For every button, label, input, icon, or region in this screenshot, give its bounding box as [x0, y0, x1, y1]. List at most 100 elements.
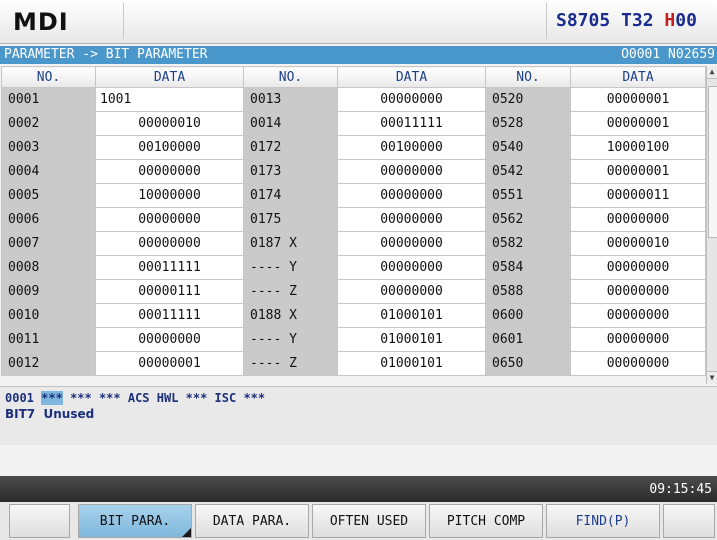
param-number-cell: ---- Z	[243, 279, 338, 304]
softkey-bit-para[interactable]: BIT PARA.	[78, 504, 192, 538]
param-number-cell: ---- Y	[243, 327, 338, 352]
param-number-cell: 0006	[1, 207, 96, 232]
param-value-cell[interactable]: 1001	[95, 87, 244, 112]
table-scrollbar[interactable]: ▲ ▼	[706, 66, 717, 384]
column-header: DATA	[570, 66, 706, 88]
param-value-cell[interactable]: 00000111	[95, 279, 244, 304]
param-number-cell: 0562	[485, 207, 571, 232]
param-number-cell: 0600	[485, 303, 571, 328]
table-row: 0009 00000111 ---- Z 00000000 0588 00000000	[1, 279, 706, 304]
param-value-cell[interactable]: 00000010	[95, 111, 244, 136]
param-number-cell: 0173	[243, 159, 338, 184]
param-value-cell[interactable]: 00000000	[570, 303, 706, 328]
softkey-data-para[interactable]: DATA PARA.	[195, 504, 309, 538]
param-value-cell[interactable]: 00011111	[95, 303, 244, 328]
param-value-cell[interactable]: 01000101	[337, 327, 486, 352]
param-number-cell: 0172	[243, 135, 338, 160]
param-value-cell[interactable]: 00000000	[95, 231, 244, 256]
param-number-cell: 0175	[243, 207, 338, 232]
clock: 09:15:45	[649, 482, 712, 497]
param-number-cell: 0588	[485, 279, 571, 304]
param-value-cell[interactable]: 00000011	[570, 183, 706, 208]
bit-description: Unused	[43, 407, 95, 421]
param-value-cell[interactable]: 00000000	[570, 207, 706, 232]
submenu-corner-icon	[182, 528, 191, 537]
param-number-cell: 0528	[485, 111, 571, 136]
breadcrumb: PARAMETER -> BIT PARAMETER	[4, 47, 208, 62]
param-value-cell[interactable]: 00000000	[570, 255, 706, 280]
param-value-cell[interactable]: 00000000	[337, 231, 486, 256]
param-value-cell[interactable]: 10000100	[570, 135, 706, 160]
param-number-cell: 0187 X	[243, 231, 338, 256]
screen-title-bar: PARAMETER -> BIT PARAMETER O0001 N02659	[0, 46, 717, 64]
scrollbar-thumb[interactable]	[708, 86, 717, 238]
param-value-cell[interactable]: 00000001	[570, 111, 706, 136]
bit-names: *** *** ACS HWL *** ISC ***	[70, 391, 266, 405]
param-number-cell: 0003	[1, 135, 96, 160]
table-header-row: NO. DATA NO. DATA NO. DATA	[1, 66, 706, 88]
status-bar: 09:15:45	[0, 476, 717, 502]
param-number-cell: 0520	[485, 87, 571, 112]
param-value-cell[interactable]: 00000000	[95, 159, 244, 184]
param-value-cell[interactable]: 00000001	[570, 87, 706, 112]
param-number-cell: 0542	[485, 159, 571, 184]
param-number-cell: 0005	[1, 183, 96, 208]
param-value-cell[interactable]: 00011111	[337, 111, 486, 136]
scroll-down-icon[interactable]: ▼	[707, 371, 717, 384]
param-value-cell[interactable]: 00000000	[337, 159, 486, 184]
info-param-number: 0001	[5, 391, 34, 405]
softkey-often-used[interactable]: OFTEN USED	[312, 504, 426, 538]
table-row: 0006 00000000 0175 00000000 0562 00000000	[1, 207, 706, 232]
param-number-cell: 0584	[485, 255, 571, 280]
program-number: O0001 N02659	[621, 47, 715, 62]
param-value-cell[interactable]: 00000000	[570, 351, 706, 376]
column-header: NO.	[1, 66, 96, 88]
param-value-cell[interactable]: 00000010	[570, 231, 706, 256]
header-divider	[123, 3, 124, 39]
table-row: 0011 00000000 ---- Y 01000101 0601 00000000	[1, 327, 706, 352]
param-number-cell: 0004	[1, 159, 96, 184]
param-value-cell[interactable]: 00000000	[570, 327, 706, 352]
param-number-cell: 0650	[485, 351, 571, 376]
column-header: NO.	[485, 66, 571, 88]
param-value-cell[interactable]: 01000101	[337, 303, 486, 328]
param-value-cell[interactable]: 00000000	[95, 207, 244, 232]
bit-map-line: 0001 *** *** *** ACS HWL *** ISC ***	[5, 391, 265, 405]
softkey-pitch-comp[interactable]: PITCH COMP	[429, 504, 543, 538]
param-value-cell[interactable]: 00000001	[570, 159, 706, 184]
param-value-cell[interactable]: 00000000	[337, 255, 486, 280]
softkey-blank-left[interactable]	[9, 504, 70, 538]
spindle-speed: S8705	[556, 10, 611, 31]
param-value-cell[interactable]: 00000000	[337, 183, 486, 208]
param-number-cell: 0188 X	[243, 303, 338, 328]
table-row: 0005 10000000 0174 00000000 0551 00000011	[1, 183, 706, 208]
param-number-cell: ---- Z	[243, 351, 338, 376]
param-value-cell[interactable]: 00000000	[337, 279, 486, 304]
param-value-cell[interactable]: 00100000	[337, 135, 486, 160]
param-value-cell[interactable]: 00100000	[95, 135, 244, 160]
parameter-info-panel: 0001 *** *** *** ACS HWL *** ISC *** BIT…	[0, 386, 717, 445]
param-number-cell: 0014	[243, 111, 338, 136]
param-value-cell[interactable]: 00000000	[570, 279, 706, 304]
param-value-cell[interactable]: 00011111	[95, 255, 244, 280]
table-row: 0004 00000000 0173 00000000 0542 00000001	[1, 159, 706, 184]
softkey-bar: BIT PARA. DATA PARA. OFTEN USED PITCH CO…	[0, 502, 717, 540]
param-value-cell[interactable]: 00000000	[337, 207, 486, 232]
param-number-cell: 0007	[1, 231, 96, 256]
param-number-cell: 0012	[1, 351, 96, 376]
header-bar: MDI S8705 T32 H00	[0, 0, 717, 44]
param-value-cell[interactable]: 00000001	[95, 351, 244, 376]
scroll-up-icon[interactable]: ▲	[707, 66, 717, 79]
softkey-find[interactable]: FIND(P)	[546, 504, 660, 538]
param-number-cell: 0540	[485, 135, 571, 160]
param-value-cell[interactable]: 00000000	[95, 327, 244, 352]
table-row: 0001 1001 0013 00000000 0520 00000001	[1, 87, 706, 112]
param-value-cell[interactable]: 00000000	[337, 87, 486, 112]
param-number-cell: 0013	[243, 87, 338, 112]
softkey-blank-right[interactable]	[663, 504, 715, 538]
param-value-cell[interactable]: 10000000	[95, 183, 244, 208]
param-number-cell: 0010	[1, 303, 96, 328]
bit-label: BIT7	[5, 407, 36, 421]
softkey-label: BIT PARA.	[99, 514, 171, 529]
param-value-cell[interactable]: 01000101	[337, 351, 486, 376]
